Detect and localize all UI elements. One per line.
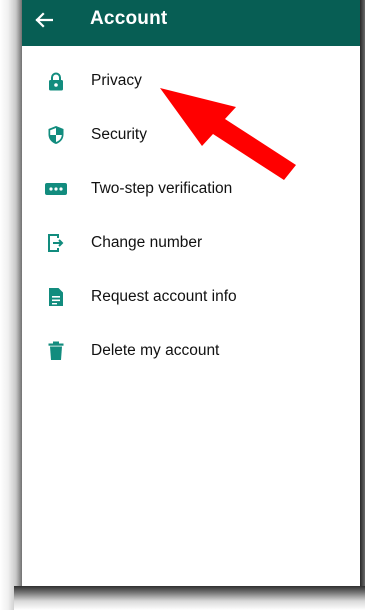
left-shadow [0,0,22,610]
account-screen: Account Privacy Security Two-step verifi… [22,0,360,586]
privacy-item[interactable]: Privacy [22,54,360,108]
delete-my-account-label: Delete my account [91,342,220,359]
password-dots-icon [45,178,67,200]
page-title: Account [90,8,168,29]
security-item[interactable]: Security [22,108,360,162]
request-account-info-label: Request account info [91,288,237,305]
document-icon [45,286,67,308]
privacy-label: Privacy [91,72,142,89]
app-bar: Account [22,0,360,46]
change-number-item[interactable]: Change number [22,216,360,270]
request-account-info-item[interactable]: Request account info [22,270,360,324]
trash-icon [45,340,67,362]
arrow-back-icon [35,12,53,28]
delete-my-account-item[interactable]: Delete my account [22,324,360,378]
change-number-icon [45,232,67,254]
change-number-label: Change number [91,234,203,251]
security-label: Security [91,126,147,143]
lock-icon [45,70,67,92]
bottom-shadow [14,586,365,610]
account-options-list: Privacy Security Two-step verification C… [22,54,360,378]
two-step-verification-label: Two-step verification [91,180,233,197]
two-step-verification-item[interactable]: Two-step verification [22,162,360,216]
right-shadow [360,0,365,610]
back-button[interactable] [28,4,60,36]
shield-icon [45,124,67,146]
